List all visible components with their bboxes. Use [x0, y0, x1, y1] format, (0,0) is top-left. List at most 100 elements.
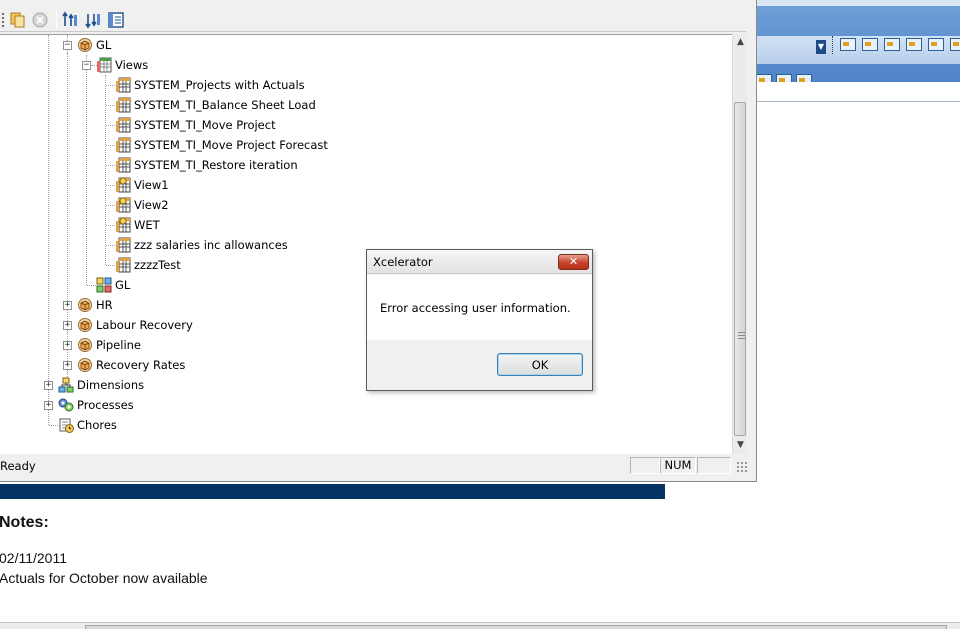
status-panel-empty — [697, 457, 731, 474]
tree-node-label: Processes — [77, 398, 134, 412]
sort-descending-icon[interactable] — [84, 11, 102, 29]
horizontal-scrollbar-thumb[interactable] — [85, 625, 947, 629]
tree-line — [49, 425, 58, 426]
expand-pipeline-toggle[interactable]: + — [63, 341, 72, 350]
dimension-icon — [96, 277, 112, 293]
cancel-icon[interactable] — [31, 11, 49, 29]
tree-node-label: Dimensions — [77, 378, 145, 392]
scroll-up-arrow-icon[interactable]: ▲ — [733, 34, 748, 50]
tree-view[interactable]: − GL − Views SYSTEM_Projects with Actual… — [0, 34, 732, 454]
vertical-scrollbar[interactable]: ▲ ▼ — [732, 34, 747, 454]
tree-node-label: zzz salaries inc allowances — [134, 238, 288, 252]
tree-node-processes[interactable]: Processes — [58, 396, 134, 414]
tree-line — [106, 265, 115, 266]
notes-date: 02/11/2011 — [0, 550, 67, 566]
tree-node-label: Labour Recovery — [96, 318, 193, 332]
ribbon-function-icon[interactable] — [906, 38, 922, 51]
ok-button[interactable]: OK — [497, 353, 583, 376]
tree-node-view[interactable]: zzzzTest — [115, 256, 181, 274]
expand-dimensions-toggle[interactable]: + — [44, 381, 53, 390]
tree-line — [106, 245, 115, 246]
tree-line — [106, 205, 115, 206]
ribbon-more-icon[interactable] — [950, 38, 960, 51]
expand-processes-toggle[interactable]: + — [44, 401, 53, 410]
tree-line — [106, 185, 115, 186]
formula-bar[interactable] — [756, 82, 960, 102]
view-icon — [115, 257, 131, 273]
tree-node-hr-cube[interactable]: HR — [77, 296, 113, 314]
tree-node-view[interactable]: View2 — [115, 196, 169, 214]
tree-node-label: GL — [96, 38, 112, 52]
ribbon-cube-icon[interactable] — [862, 38, 878, 51]
tree-node-chores[interactable]: Chores — [58, 416, 117, 434]
expand-labour-toggle[interactable]: + — [63, 321, 72, 330]
tree-line — [106, 225, 115, 226]
tree-node-label: Views — [115, 58, 149, 72]
expand-recovery-toggle[interactable]: + — [63, 361, 72, 370]
tree-node-pipeline-cube[interactable]: Pipeline — [77, 336, 141, 354]
tree-node-label: Pipeline — [96, 338, 142, 352]
tree-line — [105, 75, 106, 265]
dialog-body: Error accessing user information. — [367, 275, 592, 340]
scroll-grip-icon — [738, 332, 745, 339]
tree-node-label: View1 — [134, 178, 169, 192]
ribbon-grid-icon[interactable] — [884, 38, 900, 51]
collapse-views-toggle[interactable]: − — [82, 61, 91, 70]
resize-grip-icon[interactable] — [736, 461, 748, 473]
toolbar-separator — [56, 11, 57, 29]
tree-node-gl-cube[interactable]: GL — [77, 36, 111, 54]
private-view-icon — [115, 197, 131, 213]
private-view-icon — [115, 217, 131, 233]
sort-ascending-icon[interactable] — [61, 11, 79, 29]
dialog-titlebar[interactable]: Xcelerator ✕ — [367, 250, 592, 274]
tree-node-labour-cube[interactable]: Labour Recovery — [77, 316, 193, 334]
view-icon — [115, 237, 131, 253]
tree-node-view[interactable]: SYSTEM_TI_Restore iteration — [115, 156, 298, 174]
status-panel-empty — [630, 457, 660, 474]
tree-node-label: zzzzTest — [134, 258, 181, 272]
tree-node-label: SYSTEM_TI_Move Project Forecast — [134, 138, 328, 152]
background-app-ribbon: ▼ — [756, 0, 960, 102]
tree-line — [86, 55, 87, 285]
view-icon — [115, 77, 131, 93]
tree-node-views[interactable]: Views — [96, 56, 148, 74]
tree-node-label: SYSTEM_TI_Balance Sheet Load — [134, 98, 316, 112]
error-dialog: Xcelerator ✕ Error accessing user inform… — [366, 249, 593, 391]
tree-node-gl-dimension[interactable]: GL — [96, 276, 130, 294]
tree-node-view[interactable]: SYSTEM_TI_Balance Sheet Load — [115, 96, 316, 114]
chores-icon — [58, 417, 74, 433]
cube-icon — [77, 37, 93, 53]
tree-node-label: SYSTEM_TI_Restore iteration — [134, 158, 298, 172]
copy-icon[interactable] — [9, 11, 27, 29]
private-view-icon — [115, 177, 131, 193]
tree-node-view[interactable]: SYSTEM_TI_Move Project — [115, 116, 276, 134]
ribbon-function-2-icon[interactable] — [928, 38, 944, 51]
tree-node-label: SYSTEM_Projects with Actuals — [134, 78, 305, 92]
status-text: Ready — [0, 459, 36, 473]
tree-node-view[interactable]: WET — [115, 216, 160, 234]
toolbar-grip[interactable] — [2, 13, 4, 27]
tree-line — [106, 85, 115, 86]
dimensions-icon — [58, 377, 74, 393]
tree-node-view[interactable]: SYSTEM_Projects with Actuals — [115, 76, 305, 94]
tree-node-view[interactable]: zzz salaries inc allowances — [115, 236, 288, 254]
scrollbar-thumb[interactable] — [734, 102, 746, 436]
tree-node-view[interactable]: View1 — [115, 176, 169, 194]
dialog-close-button[interactable]: ✕ — [558, 254, 589, 270]
cube-icon — [77, 297, 93, 313]
ribbon-dropdown-arrow-icon[interactable]: ▼ — [816, 40, 826, 54]
cube-icon — [77, 317, 93, 333]
tree-node-view[interactable]: SYSTEM_TI_Move Project Forecast — [115, 136, 328, 154]
notes-title: Notes: — [0, 514, 49, 531]
scroll-down-arrow-icon[interactable]: ▼ — [733, 437, 748, 453]
status-num-indicator: NUM — [660, 457, 696, 474]
views-folder-icon — [96, 57, 112, 73]
ribbon-insert-icon[interactable] — [840, 38, 856, 51]
properties-icon[interactable] — [107, 11, 125, 29]
dialog-title: Xcelerator — [373, 255, 433, 269]
server-explorer-window: − GL − Views SYSTEM_Projects with Actual… — [0, 0, 757, 482]
tree-node-dimensions[interactable]: Dimensions — [58, 376, 144, 394]
tree-node-recovery-cube[interactable]: Recovery Rates — [77, 356, 185, 374]
collapse-gl-toggle[interactable]: − — [63, 41, 72, 50]
expand-hr-toggle[interactable]: + — [63, 301, 72, 310]
